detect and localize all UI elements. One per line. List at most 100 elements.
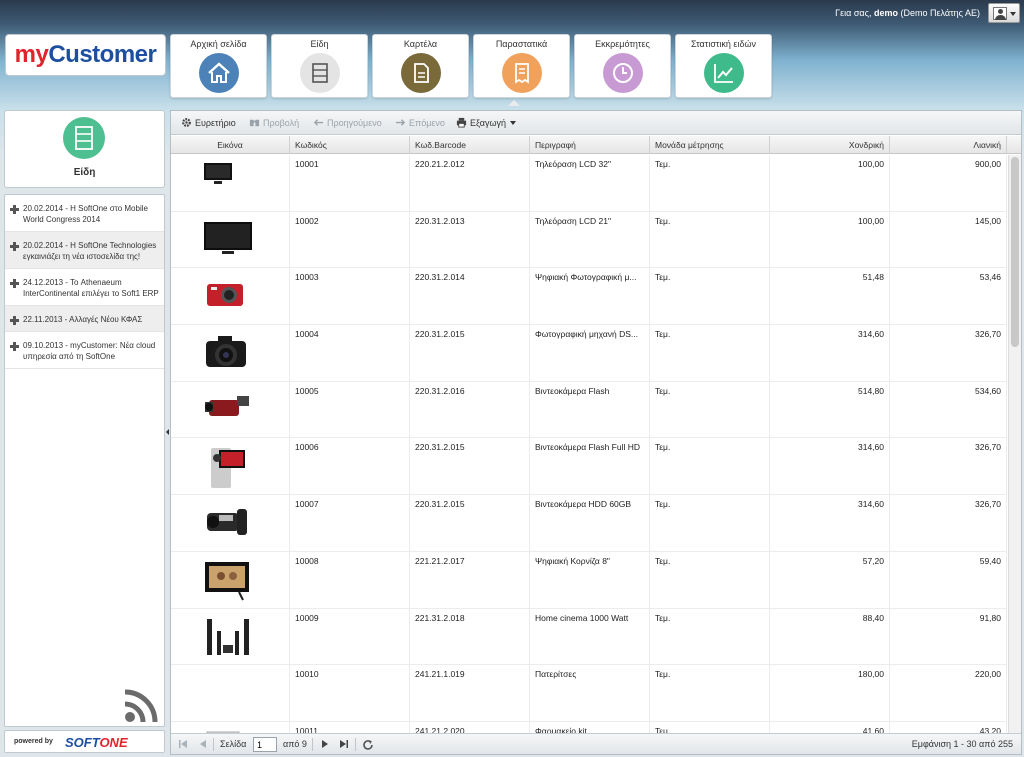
table-row[interactable]: 10005 220.31.2.016 Βιντεοκάμερα Flash Τεμ. 5… bbox=[171, 381, 1007, 439]
news-panel: 20.02.2014 - Η SoftOne στο Mobile World … bbox=[4, 194, 165, 727]
page-count-label: από 9 bbox=[283, 739, 307, 749]
export-label: Εξαγωγή bbox=[470, 118, 507, 128]
cell-image bbox=[171, 438, 290, 495]
nav-tile-stats[interactable]: Στατιστική ειδών bbox=[675, 34, 772, 98]
cell-wholesale: 180,00 bbox=[770, 665, 890, 721]
column-header-retail[interactable]: Λιανική bbox=[890, 136, 1007, 154]
cell-image bbox=[171, 721, 290, 733]
grid-body: 10001 220.21.2.012 Τηλεόραση LCD 32" Τεμ. 10… bbox=[171, 155, 1007, 733]
next-label: Επόμενο bbox=[409, 118, 445, 128]
nav-tile-pending[interactable]: Εκκρεμότητες bbox=[574, 34, 671, 98]
column-header-code[interactable]: Κωδικός bbox=[290, 136, 410, 154]
cell-description: Φωτογραφική μηχανή DS... bbox=[530, 325, 650, 381]
pager-separator bbox=[355, 738, 356, 751]
cell-code: 10004 bbox=[290, 325, 410, 381]
rss-icon[interactable] bbox=[122, 687, 160, 725]
nav-tile-card[interactable]: Καρτέλα bbox=[372, 34, 469, 98]
news-text: 24.12.2013 - Το Athenaeum InterContinent… bbox=[23, 278, 159, 298]
cell-retail: 220,00 bbox=[890, 665, 1007, 721]
column-header-description[interactable]: Περιγραφή bbox=[530, 136, 650, 154]
shelf-icon bbox=[63, 117, 105, 159]
news-item[interactable]: 20.02.2014 - Η SoftOne στο Mobile World … bbox=[5, 195, 164, 232]
table-row[interactable]: 10003 220.31.2.014 Ψηφιακή Φωτογραφική μ..… bbox=[171, 268, 1007, 326]
top-bar: Γεια σας, demo (Demo Πελάτης ΑΕ) bbox=[0, 0, 1024, 26]
section-title: Είδη bbox=[73, 167, 96, 178]
nav-tile-label: Εκκρεμότητες bbox=[595, 39, 650, 49]
plus-icon bbox=[10, 316, 19, 325]
cell-barcode: 241.21.2.020 bbox=[410, 721, 530, 733]
cell-code: 10009 bbox=[290, 608, 410, 665]
cell-description: Ψηφιακή Φωτογραφική μ... bbox=[530, 268, 650, 325]
column-header-unit[interactable]: Μονάδα μέτρησης bbox=[650, 136, 770, 154]
nav-tile-label: Καρτέλα bbox=[403, 39, 438, 49]
next-page-button[interactable] bbox=[320, 739, 330, 751]
tv-small-icon bbox=[204, 163, 232, 184]
table-row[interactable]: 10004 220.31.2.015 Φωτογραφική μηχανή DS..… bbox=[171, 325, 1007, 382]
app-logo[interactable]: myCustomer bbox=[5, 34, 166, 76]
export-button[interactable]: Εξαγωγή bbox=[456, 117, 517, 128]
table-row[interactable]: 10011 241.21.2.020 Φαρμακείο kit Τεμ. 41,60 4… bbox=[171, 721, 1007, 733]
tv-large-icon bbox=[204, 221, 252, 254]
table-row[interactable]: 10001 220.21.2.012 Τηλεόραση LCD 32" Τεμ. 10… bbox=[171, 155, 1007, 212]
column-header-barcode[interactable]: Κωδ.Barcode bbox=[410, 136, 530, 154]
column-header-wholesale[interactable]: Χονδρική bbox=[770, 136, 890, 154]
column-header-image[interactable]: Εικόνα bbox=[171, 136, 290, 154]
nav-tile-label: Αρχική σελίδα bbox=[190, 39, 247, 49]
scrollbar-thumb[interactable] bbox=[1011, 157, 1019, 347]
cell-unit: Τεμ. bbox=[650, 155, 770, 211]
refresh-button[interactable] bbox=[362, 739, 374, 753]
search-label: Ευρετήριο bbox=[195, 118, 236, 128]
cell-description: Βιντεοκάμερα HDD 60GB bbox=[530, 495, 650, 551]
cell-image bbox=[171, 211, 290, 268]
cell-wholesale: 41,60 bbox=[770, 721, 890, 733]
clock-icon bbox=[603, 53, 643, 93]
next-button[interactable]: Επόμενο bbox=[395, 117, 445, 128]
table-row[interactable]: 10008 221.21.2.017 Ψηφιακή Κορνίζα 8" Τεμ. 5… bbox=[171, 551, 1007, 609]
cell-wholesale: 314,60 bbox=[770, 495, 890, 551]
cell-wholesale: 314,60 bbox=[770, 438, 890, 495]
cell-image bbox=[171, 495, 290, 551]
previous-button[interactable]: Προηγούμενο bbox=[313, 117, 382, 128]
cell-description: Βιντεοκάμερα Flash Full HD bbox=[530, 438, 650, 495]
table-row[interactable]: 10006 220.31.2.015 Βιντεοκάμερα Flash Full… bbox=[171, 438, 1007, 496]
page-label: Σελίδα bbox=[220, 739, 247, 749]
dslr-camera-icon bbox=[206, 336, 246, 368]
receipt-icon bbox=[502, 53, 542, 93]
table-row[interactable]: 10007 220.31.2.015 Βιντεοκάμερα HDD 60GB Τε… bbox=[171, 495, 1007, 552]
cell-description: Τηλεόραση LCD 32" bbox=[530, 155, 650, 211]
view-button[interactable]: Προβολή bbox=[249, 117, 299, 128]
news-item[interactable]: 24.12.2013 - Το Athenaeum InterContinent… bbox=[5, 269, 164, 306]
table-row[interactable]: 10010 241.21.1.019 Πατερίτσες Τεμ. 180,00 220… bbox=[171, 665, 1007, 722]
items-grid-panel: Ευρετήριο Προβολή Προηγούμενο Επόμενο Εξ… bbox=[170, 110, 1022, 755]
cell-retail: 326,70 bbox=[890, 495, 1007, 551]
nav-tile-documents[interactable]: Παραστατικά bbox=[473, 34, 570, 98]
news-item[interactable]: 22.11.2013 - Αλλαγές Νέου ΚΦΑΣ bbox=[5, 306, 164, 332]
news-text: 20.02.2014 - Η SoftOne Technologies εγκα… bbox=[23, 241, 157, 261]
search-button[interactable]: Ευρετήριο bbox=[181, 117, 236, 128]
chevron-down-icon bbox=[510, 121, 517, 125]
vertical-scrollbar[interactable] bbox=[1008, 155, 1021, 733]
powered-by-footer[interactable]: powered by SOFTONE bbox=[4, 730, 165, 753]
nav-tile-items[interactable]: Είδη bbox=[271, 34, 368, 98]
cell-image bbox=[171, 551, 290, 608]
last-page-button[interactable] bbox=[339, 739, 349, 751]
prev-page-button[interactable] bbox=[198, 739, 208, 751]
cell-retail: 326,70 bbox=[890, 325, 1007, 381]
page-number-input[interactable] bbox=[253, 737, 277, 752]
user-menu-button[interactable] bbox=[988, 3, 1020, 23]
cell-code: 10007 bbox=[290, 495, 410, 551]
section-card: Είδη bbox=[4, 110, 165, 188]
table-row[interactable]: 10009 221.31.2.018 Home cinema 1000 Watt Τε… bbox=[171, 608, 1007, 666]
cell-retail: 91,80 bbox=[890, 608, 1007, 665]
chevron-down-icon bbox=[1010, 12, 1016, 16]
news-item[interactable]: 20.02.2014 - Η SoftOne Technologies εγκα… bbox=[5, 232, 164, 269]
customer-name: (Demo Πελάτης ΑΕ) bbox=[900, 8, 981, 18]
table-row[interactable]: 10002 220.31.2.013 Τηλεόραση LCD 21" Τεμ. 10… bbox=[171, 211, 1007, 269]
nav-tile-home[interactable]: Αρχική σελίδα bbox=[170, 34, 267, 98]
compact-camera-icon bbox=[207, 284, 243, 307]
news-item[interactable]: 09.10.2013 - myCustomer: Νέα cloud υπηρε… bbox=[5, 332, 164, 369]
first-page-button[interactable] bbox=[178, 739, 188, 751]
cell-unit: Τεμ. bbox=[650, 268, 770, 325]
cell-code: 10003 bbox=[290, 268, 410, 325]
arrow-left-icon bbox=[313, 119, 324, 126]
